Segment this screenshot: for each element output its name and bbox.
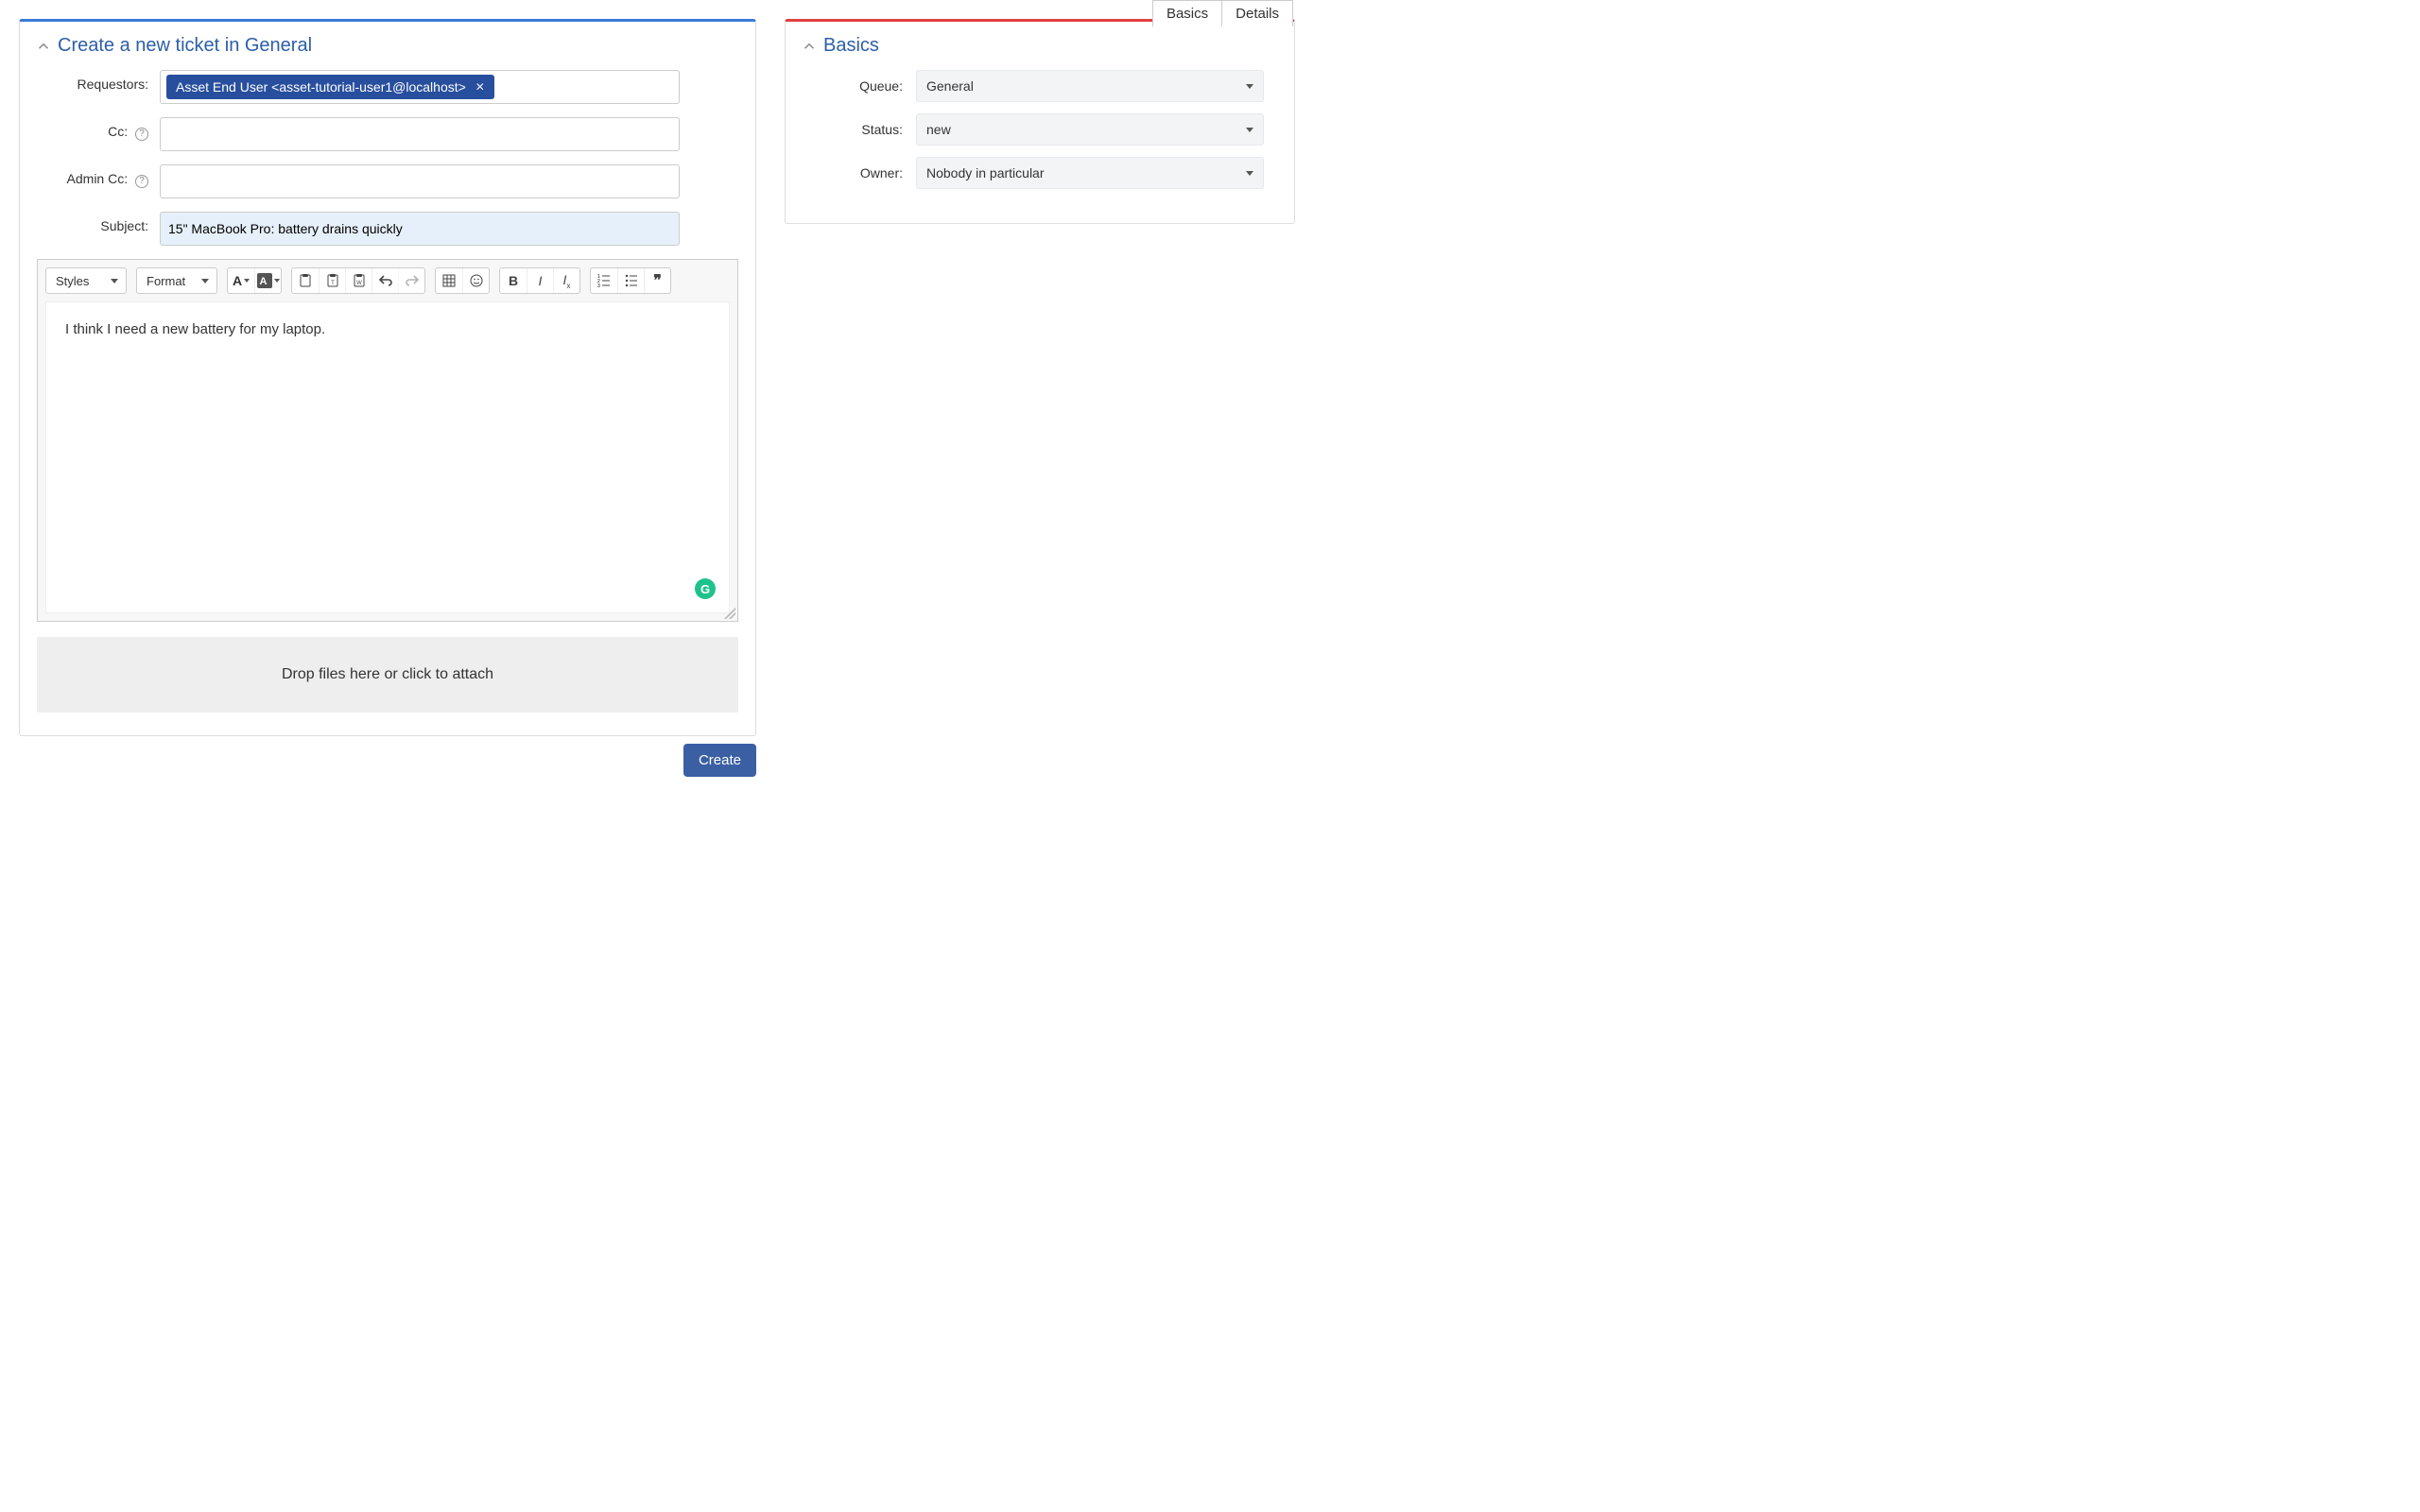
svg-text:W: W	[356, 281, 362, 286]
text-color-button[interactable]: A	[228, 268, 254, 293]
rich-text-editor: Styles Format A A	[37, 259, 738, 622]
basics-panel: Basics Queue: General Status: new	[785, 19, 1295, 224]
tab-details[interactable]: Details	[1222, 1, 1292, 26]
svg-text:T: T	[331, 281, 335, 286]
clear-format-button[interactable]: Ix	[553, 268, 579, 293]
subject-label: Subject:	[37, 212, 160, 233]
cc-input[interactable]	[160, 117, 680, 151]
requestors-label: Requestors:	[37, 70, 160, 92]
table-button[interactable]	[436, 268, 462, 293]
paste-text-button[interactable]: T	[319, 268, 345, 293]
emoji-button[interactable]	[462, 268, 489, 293]
resize-handle-icon[interactable]	[724, 608, 735, 619]
status-select[interactable]: new	[916, 113, 1264, 146]
cc-help-icon[interactable]: ?	[135, 128, 148, 141]
admincc-text-input[interactable]	[166, 170, 673, 193]
editor-toolbar: Styles Format A A	[38, 260, 737, 301]
cc-text-input[interactable]	[166, 123, 673, 146]
unordered-list-button[interactable]	[617, 268, 644, 293]
admincc-input[interactable]	[160, 164, 680, 198]
svg-text:3: 3	[597, 284, 600, 288]
editor-content[interactable]: I think I need a new battery for my lapt…	[45, 301, 730, 613]
attachment-dropzone[interactable]: Drop files here or click to attach	[37, 637, 738, 713]
admincc-help-icon[interactable]: ?	[135, 175, 148, 188]
chevron-down-icon	[1246, 171, 1253, 176]
blockquote-button[interactable]: ❞	[644, 268, 670, 293]
undo-button[interactable]	[372, 268, 398, 293]
paste-word-button[interactable]: W	[345, 268, 372, 293]
grammarly-icon[interactable]: G	[695, 578, 716, 599]
create-button[interactable]: Create	[683, 744, 756, 777]
chevron-down-icon	[1246, 84, 1253, 89]
cc-label: Cc:	[108, 124, 128, 139]
tab-basics[interactable]: Basics	[1153, 1, 1222, 26]
chevron-down-icon	[1246, 128, 1253, 132]
italic-button[interactable]: I	[527, 268, 553, 293]
bg-color-button[interactable]: A	[254, 268, 281, 293]
collapse-toggle-icon[interactable]	[37, 40, 50, 53]
owner-select[interactable]: Nobody in particular	[916, 157, 1264, 189]
subject-field[interactable]	[160, 212, 680, 246]
queue-label: Queue:	[803, 78, 916, 94]
format-select[interactable]: Format	[137, 268, 216, 293]
admincc-label: Admin Cc:	[67, 171, 129, 186]
paste-button[interactable]	[292, 268, 319, 293]
status-label: Status:	[803, 122, 916, 137]
create-ticket-panel: Create a new ticket in General Requestor…	[19, 19, 756, 736]
bold-button[interactable]: B	[500, 268, 527, 293]
panel-title: Create a new ticket in General	[58, 35, 312, 57]
requestor-chip-text: Asset End User <asset-tutorial-user1@loc…	[176, 79, 466, 94]
side-tabs: Basics Details	[1152, 0, 1293, 26]
side-panel-title: Basics	[823, 35, 879, 57]
requestors-input[interactable]: Asset End User <asset-tutorial-user1@loc…	[160, 70, 680, 104]
ordered-list-button[interactable]: 123	[591, 268, 617, 293]
subject-input[interactable]	[166, 217, 673, 240]
redo-button[interactable]	[398, 268, 424, 293]
remove-requestor-icon[interactable]: ✕	[475, 80, 485, 94]
requestor-chip: Asset End User <asset-tutorial-user1@loc…	[166, 75, 494, 99]
collapse-toggle-icon[interactable]	[803, 40, 816, 53]
owner-label: Owner:	[803, 165, 916, 180]
styles-select[interactable]: Styles	[46, 268, 126, 293]
queue-select[interactable]: General	[916, 70, 1264, 102]
